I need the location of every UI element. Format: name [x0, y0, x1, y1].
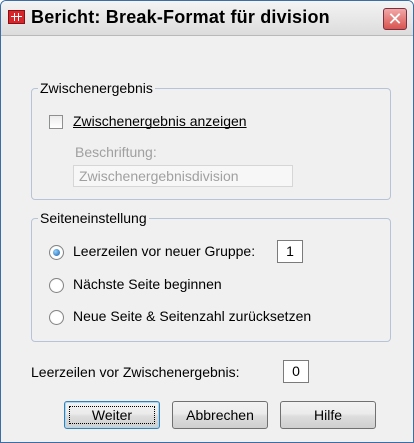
help-button-label: Hilfe: [313, 407, 342, 423]
blank-before-subtotal-label: Leerzeilen vor Zwischenergebnis:: [31, 364, 240, 380]
continue-button-label: Weiter: [91, 407, 133, 423]
new-page-reset-radio[interactable]: [49, 310, 64, 325]
cancel-button-label: Abbrechen: [186, 407, 254, 423]
blank-lines-label[interactable]: Leerzeilen vor neuer Gruppe:: [73, 243, 255, 260]
help-button[interactable]: Hilfe: [280, 401, 376, 429]
next-page-radio[interactable]: [49, 278, 64, 293]
cancel-button[interactable]: Abbrechen: [172, 401, 268, 429]
dialog-content: Zwischenergebnis Zwischenergebnis anzeig…: [1, 36, 413, 442]
subtotal-group-legend: Zwischenergebnis: [38, 80, 155, 96]
spss-table-icon: [8, 10, 25, 24]
new-page-reset-label[interactable]: Neue Seite & Seitenzahl zurücksetzen: [73, 308, 311, 325]
caption-field[interactable]: Zwischenergebnisdivision: [73, 165, 293, 187]
page-setting-group-legend: Seiteneinstellung: [38, 210, 149, 226]
blank-lines-field[interactable]: 1: [277, 240, 303, 263]
page-setting-group: Seiteneinstellung Leerzeilen vor neuer G…: [31, 210, 391, 342]
subtotal-group: Zwischenergebnis Zwischenergebnis anzeig…: [31, 80, 391, 200]
caption-label: Beschriftung:: [75, 144, 157, 160]
dialog-window: Bericht: Break-Format für division ✕ Zwi…: [0, 0, 414, 443]
title-bar[interactable]: Bericht: Break-Format für division ✕: [1, 1, 413, 36]
show-subtotal-checkbox[interactable]: [49, 115, 63, 129]
next-page-label[interactable]: Nächste Seite beginnen: [73, 276, 222, 293]
continue-button[interactable]: Weiter: [64, 401, 160, 429]
close-icon: ✕: [387, 9, 403, 29]
show-subtotal-label[interactable]: Zwischenergebnis anzeigen: [73, 113, 247, 130]
blank-lines-radio[interactable]: [49, 245, 64, 260]
dialog-title: Bericht: Break-Format für division: [31, 7, 330, 27]
close-button[interactable]: ✕: [383, 8, 407, 30]
blank-before-subtotal-field[interactable]: 0: [283, 360, 309, 383]
